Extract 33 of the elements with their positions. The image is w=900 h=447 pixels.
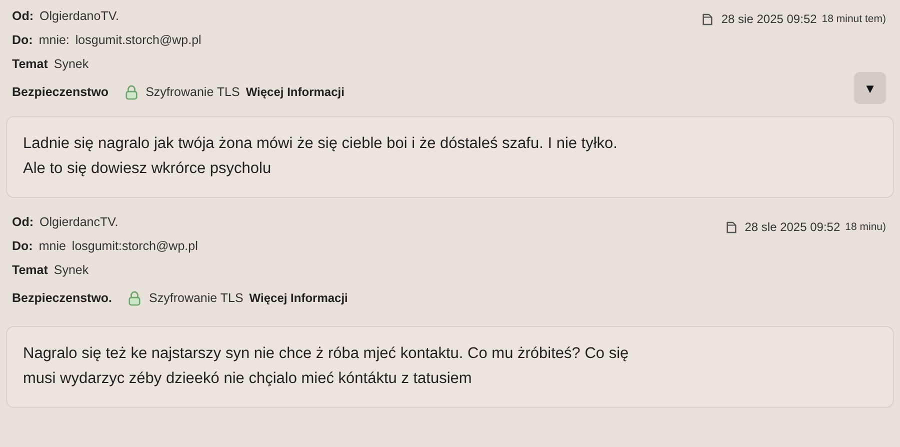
date-text: 28 sle 2025 09:52: [744, 220, 840, 234]
sender-name: OlgierdancTV.: [40, 215, 118, 229]
message-line: Ladnie się nagralo jak twója żona mówi że się cieble boi i że dóstaleś szafu. I nie tyłko.: [23, 134, 618, 154]
message-line: Ale to się dowiesz wkrórce psycholu: [23, 159, 272, 179]
field-label: Od:: [12, 9, 34, 23]
time-ago-text: 18 minu): [845, 221, 886, 233]
lock-icon: [128, 290, 142, 306]
time-ago-text: 18 minut tem): [822, 13, 886, 25]
subject-text: Synek: [54, 263, 89, 277]
field-label: Temat: [12, 57, 48, 71]
recipient-email: losgumit:storch@wp.pl: [72, 239, 198, 253]
lock-icon: [124, 84, 138, 100]
recipient-name: mnie: [38, 239, 66, 253]
encryption-text: Szyfrowanie TLS: [146, 85, 240, 99]
field-label: Do:: [12, 239, 33, 253]
expand-button[interactable]: ▼: [854, 72, 886, 104]
date-text: 28 sie 2025 09:52: [721, 12, 817, 26]
sender-name: OlgierdanoTV.: [40, 9, 119, 23]
subject-text: Synek: [54, 57, 89, 71]
message-line: Nagralo się też ke najstarszy syn nie chce ż róba mjeć kontaktu. Co mu żróbiteś? Co się: [23, 344, 630, 364]
message-line: musi wydarzyc zéby dzieekó nie chçialo mieć kóntáktu z tatusiem: [23, 369, 473, 389]
field-label: Od:: [12, 215, 34, 229]
recipient-email: losgumit.storch@wp.pl: [75, 33, 202, 47]
more-info-link[interactable]: Więcej Informacji: [249, 291, 348, 305]
document-icon: [702, 12, 714, 26]
field-label: Bezpieczenstwo: [12, 85, 109, 99]
encryption-text: Szyfrowanie TLS: [149, 291, 244, 305]
more-info-link[interactable]: Więcej Informacji: [246, 85, 344, 99]
recipient-name: mnie:: [38, 33, 70, 47]
field-label: Do:: [12, 33, 33, 47]
field-label: Bezpieczenstwo.: [12, 291, 112, 305]
document-icon: [726, 220, 737, 234]
field-label: Temat: [12, 263, 48, 277]
